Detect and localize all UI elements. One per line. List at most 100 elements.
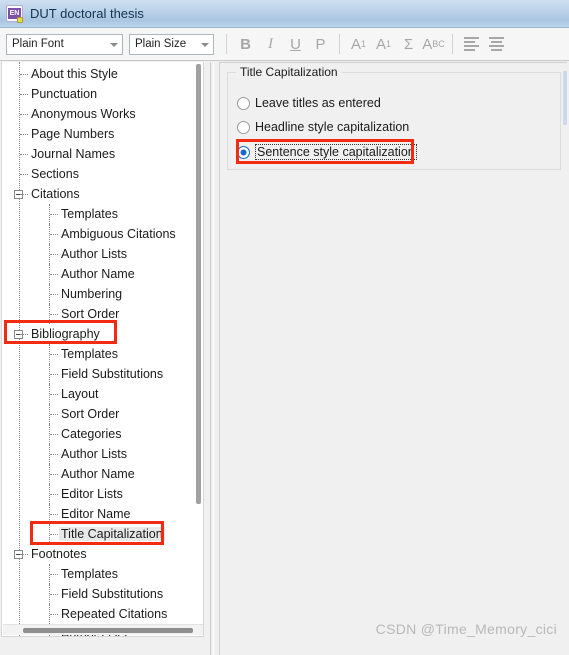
- tree-elbow-line: [20, 154, 28, 156]
- radio-headline-style-capitalization[interactable]: Headline style capitalization: [237, 120, 409, 134]
- superscript-label: A: [350, 35, 361, 53]
- tree-item-author-lists[interactable]: Author Lists: [2, 244, 203, 264]
- align-left-button[interactable]: [459, 32, 484, 57]
- tree-item-templates[interactable]: Templates: [2, 204, 203, 224]
- tree-item-editor-name[interactable]: Editor Name: [2, 504, 203, 524]
- tree-item-templates[interactable]: Templates: [2, 344, 203, 364]
- radio-leave-titles-as-entered[interactable]: Leave titles as entered: [237, 96, 381, 110]
- radio-icon[interactable]: [237, 96, 250, 110]
- tree-elbow-line: [50, 494, 58, 496]
- tree-item-label: Sections: [31, 167, 79, 181]
- pane-splitter[interactable]: [206, 62, 218, 655]
- tree-item-label: Page Numbers: [31, 127, 115, 141]
- tree-item-footnotes[interactable]: Footnotes: [2, 544, 203, 564]
- italic-button[interactable]: I: [258, 32, 283, 57]
- superscript-digit: 1: [361, 39, 367, 49]
- tree-item-author-name[interactable]: Author Name: [2, 264, 203, 284]
- tree-horizontal-scrollbar-thumb[interactable]: [23, 628, 193, 633]
- tree-elbow-line: [20, 134, 28, 136]
- align-left-icon: [464, 35, 479, 53]
- title-capitalization-panel: Title Capitalization Leave titles as ent…: [219, 62, 567, 655]
- style-sections-tree[interactable]: About this Style Punctuation Anonymous Wor…: [1, 62, 204, 637]
- tree-item-label: Journal Names: [31, 147, 116, 161]
- tree-item-numbering[interactable]: Numbering: [2, 284, 203, 304]
- tree-item-label: Author Name: [61, 467, 135, 481]
- tree-item-sections[interactable]: Sections: [2, 164, 203, 184]
- title-capitalization-groupbox: Title Capitalization Leave titles as ent…: [227, 65, 561, 170]
- font-combo[interactable]: Plain Font: [6, 33, 123, 55]
- tree-item-bibliography[interactable]: Bibliography: [2, 324, 203, 344]
- tree-elbow-line: [50, 274, 58, 276]
- radio-icon[interactable]: [237, 145, 250, 159]
- bold-button[interactable]: B: [233, 32, 258, 57]
- tree-item-label: Editor Name: [61, 507, 131, 521]
- tree-elbow-line: [50, 534, 58, 536]
- tree-item-sort-order[interactable]: Sort Order: [2, 404, 203, 424]
- tree-elbow-line: [50, 294, 58, 296]
- tree-item-citations[interactable]: Citations: [2, 184, 203, 204]
- toolbar-separator: [226, 34, 227, 54]
- tree-elbow-line: [20, 94, 28, 96]
- insert-symbol-button[interactable]: Σ: [396, 32, 421, 57]
- underline-button[interactable]: U: [283, 32, 308, 57]
- radio-icon[interactable]: [237, 120, 250, 134]
- bold-label: B: [240, 35, 251, 53]
- tree-item-ambiguous-citations[interactable]: Ambiguous Citations: [2, 224, 203, 244]
- superscript-button[interactable]: A1: [346, 32, 371, 57]
- tree-elbow-line: [50, 254, 58, 256]
- tree-elbow-line: [50, 314, 58, 316]
- subscript-button[interactable]: A1: [371, 32, 396, 57]
- radio-sentence-style-capitalization[interactable]: Sentence style capitalization: [237, 144, 417, 160]
- tree-item-label: Title Capitalization: [59, 527, 165, 541]
- tree-item-field-substitutions[interactable]: Field Substitutions: [2, 584, 203, 604]
- tree-item-anonymous-works[interactable]: Anonymous Works: [2, 104, 203, 124]
- italic-label: I: [268, 35, 273, 52]
- en-icon-label: EN: [8, 8, 21, 19]
- change-case-button[interactable]: A BC: [421, 32, 446, 57]
- toolbar-separator: [452, 34, 453, 54]
- tree-horizontal-scrollbar-track[interactable]: [3, 624, 203, 635]
- abc-case-rest: BC: [432, 39, 445, 49]
- tree-item-layout[interactable]: Layout: [2, 384, 203, 404]
- watermark-text: CSDN @Time_Memory_cici: [375, 621, 557, 637]
- size-combo[interactable]: Plain Size: [129, 33, 214, 55]
- chevron-down-icon[interactable]: [201, 43, 209, 47]
- tree-item-about-this-style[interactable]: About this Style: [2, 64, 203, 84]
- tree-item-label: Author Lists: [61, 447, 128, 461]
- panel-vertical-scrollbar[interactable]: [563, 63, 567, 655]
- groupbox-title: Title Capitalization: [236, 65, 342, 79]
- tree-item-title-capitalization[interactable]: Title Capitalization: [2, 524, 203, 544]
- tree-item-editor-lists[interactable]: Editor Lists: [2, 484, 203, 504]
- tree-item-label: Editor Lists: [61, 487, 123, 501]
- tree-item-label: Repeated Citations: [61, 607, 168, 621]
- tree-elbow-line: [20, 114, 28, 116]
- tree-elbow-line: [20, 74, 28, 76]
- tree-item-page-numbers[interactable]: Page Numbers: [2, 124, 203, 144]
- tree-item-label: Templates: [61, 567, 118, 581]
- tree-item-author-name[interactable]: Author Name: [2, 464, 203, 484]
- tree-item-author-lists[interactable]: Author Lists: [2, 444, 203, 464]
- tree-item-label: Punctuation: [31, 87, 98, 101]
- tree-item-label: Author Lists: [61, 247, 128, 261]
- chevron-down-icon[interactable]: [110, 43, 118, 47]
- abc-case-label: A: [422, 35, 433, 53]
- tree-item-field-substitutions[interactable]: Field Substitutions: [2, 364, 203, 384]
- tree-item-templates[interactable]: Templates: [2, 564, 203, 584]
- tree-elbow-line: [50, 374, 58, 376]
- tree-item-label: Templates: [61, 207, 118, 221]
- endnote-style-editor-window: EN DUT doctoral thesis Plain Font Plain …: [0, 0, 569, 655]
- tree-item-categories[interactable]: Categories: [2, 424, 203, 444]
- tree-item-punctuation[interactable]: Punctuation: [2, 84, 203, 104]
- align-center-button[interactable]: [484, 32, 509, 57]
- tree-item-journal-names[interactable]: Journal Names: [2, 144, 203, 164]
- tree-item-sort-order[interactable]: Sort Order: [2, 304, 203, 324]
- tree-elbow-line: [50, 514, 58, 516]
- tree-elbow-line: [50, 414, 58, 416]
- tree-elbow-line: [20, 334, 28, 336]
- panel-scrollbar-thumb[interactable]: [563, 71, 567, 125]
- tree-item-repeated-citations[interactable]: Repeated Citations: [2, 604, 203, 624]
- tree-vertical-scrollbar[interactable]: [196, 64, 201, 504]
- toolbar-separator: [339, 34, 340, 54]
- align-center-icon: [489, 35, 504, 53]
- plain-text-button[interactable]: P: [308, 32, 333, 57]
